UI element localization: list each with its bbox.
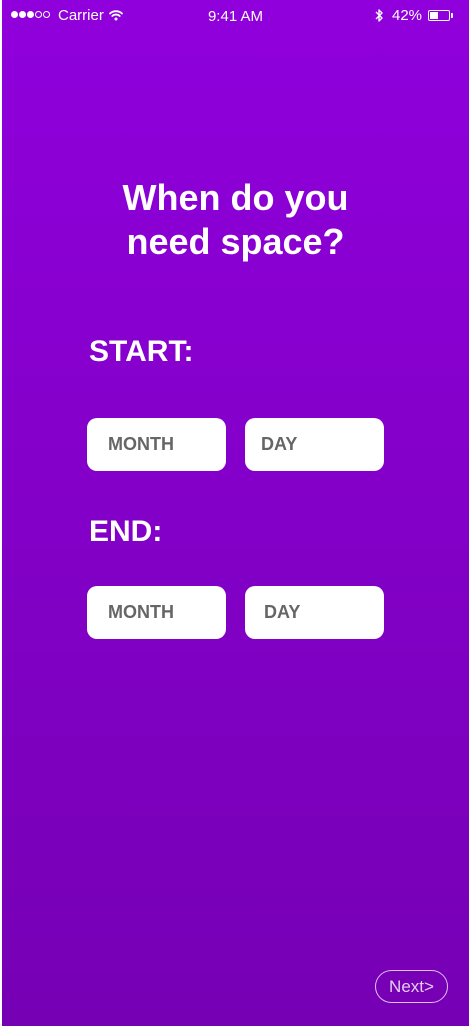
page-title: When do you need space? (122, 177, 349, 262)
start-day-field[interactable]: DAY (245, 418, 384, 471)
battery-fill (430, 12, 438, 19)
bluetooth-icon (374, 8, 384, 27)
next-button[interactable]: Next> (375, 970, 448, 1003)
end-label: END: (89, 515, 163, 548)
start-month-field[interactable]: MONTH (87, 418, 226, 471)
battery-tip (451, 13, 453, 18)
start-day-placeholder: DAY (261, 434, 298, 454)
end-day-field[interactable]: DAY (245, 586, 384, 639)
end-month-placeholder: MONTH (108, 602, 174, 622)
start-month-placeholder: MONTH (108, 434, 174, 454)
device-frame: Carrier 9:41 AM 42% When do you need spa (0, 0, 472, 1028)
status-bar: Carrier 9:41 AM 42% (2, 0, 469, 32)
app-screen: Carrier 9:41 AM 42% When do you need spa (2, 0, 469, 1026)
start-label: START: (89, 335, 194, 368)
end-month-field[interactable]: MONTH (87, 586, 226, 639)
end-day-placeholder: DAY (264, 602, 301, 622)
battery-percent: 42% (392, 7, 423, 24)
battery-icon (428, 10, 450, 21)
